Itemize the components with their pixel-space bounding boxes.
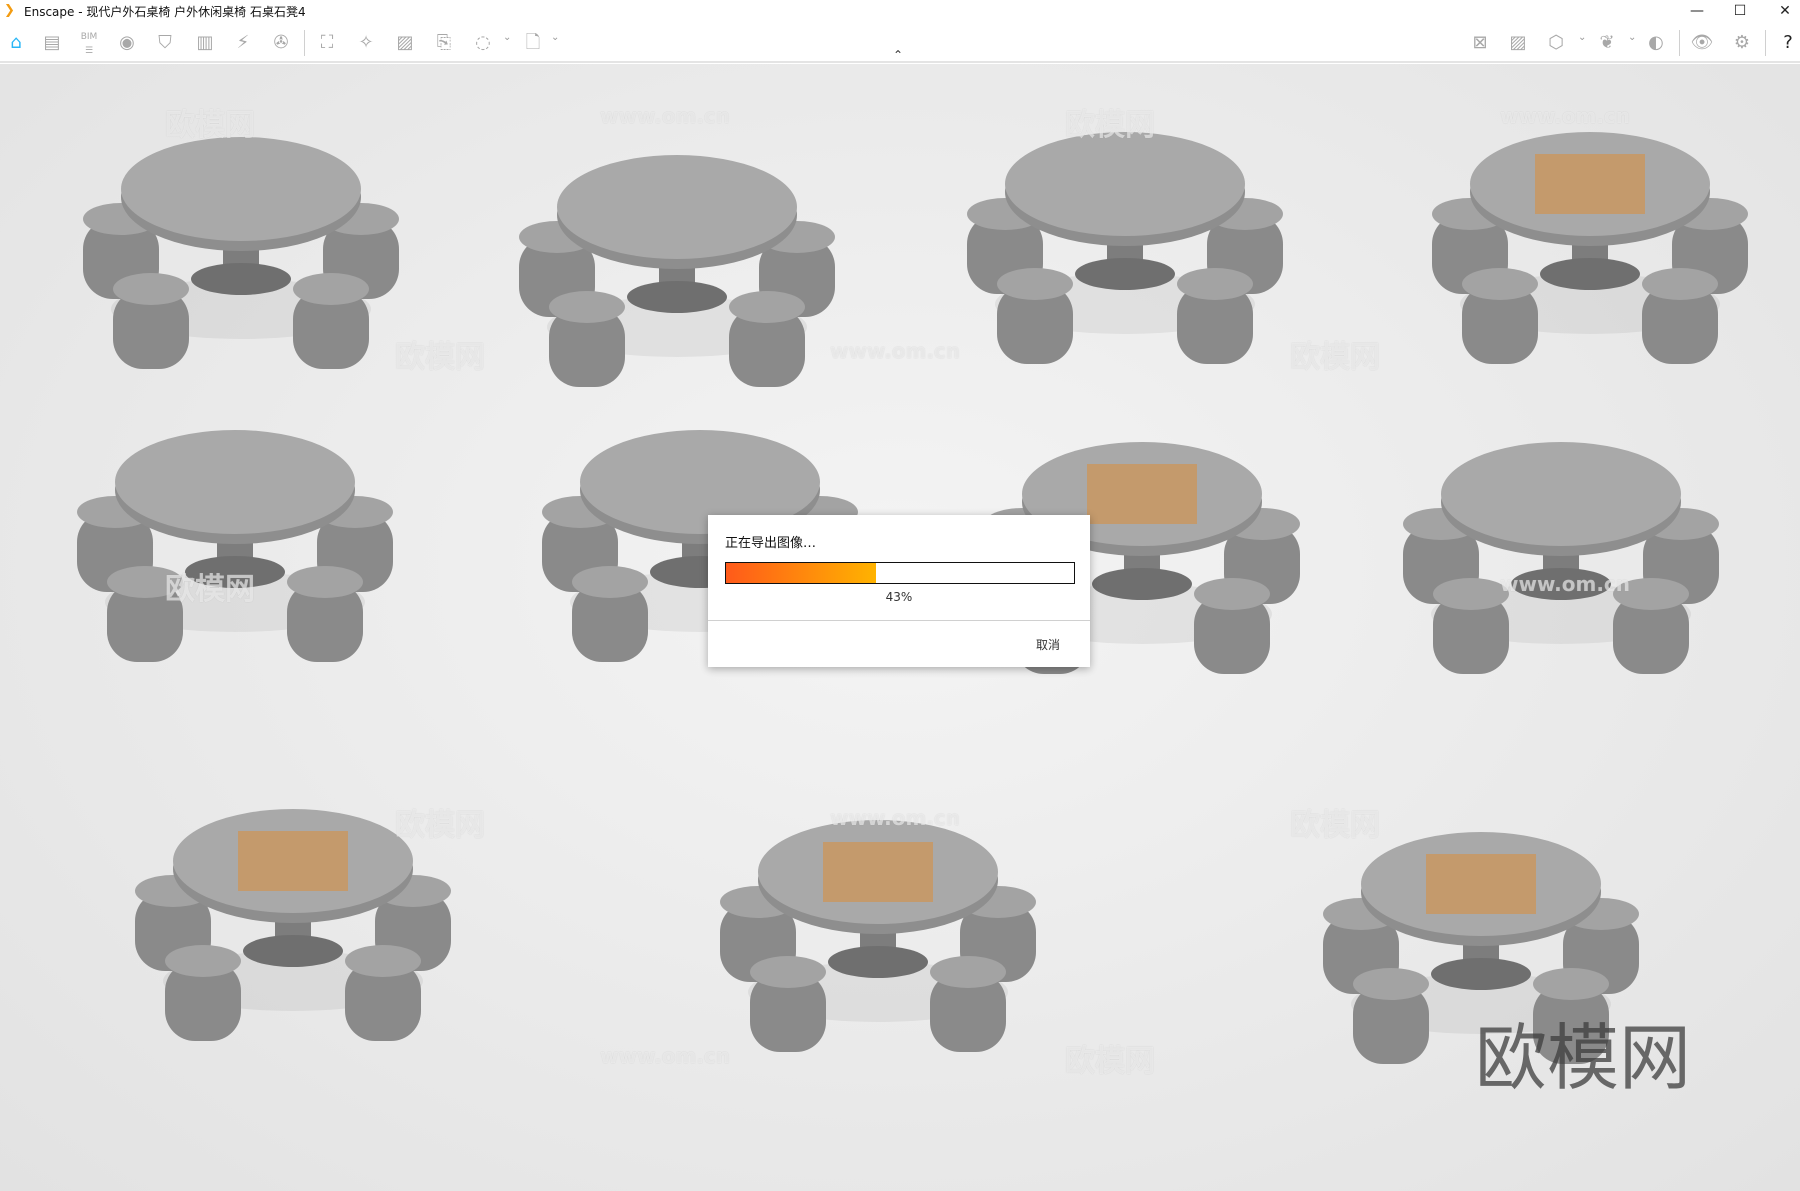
enscape-logo-icon: ❯ [4, 3, 15, 18]
stool-top [572, 566, 648, 598]
game-board [823, 842, 933, 902]
watermark: 欧模网 [395, 808, 485, 843]
stool-top [1533, 968, 1609, 1000]
title-bar: ❯ Enscape - 现代户外石桌椅 户外休闲桌椅 石桌石凳4 — ☐ ✕ [0, 0, 1800, 22]
table-base [1540, 258, 1640, 290]
table-base [1092, 568, 1192, 600]
chevron-down-icon[interactable]: ⌄ [551, 32, 559, 43]
separator [1679, 30, 1680, 56]
watermark: www.om.cn [830, 339, 961, 363]
stool-top [165, 945, 241, 977]
stool-top [997, 268, 1073, 300]
view-icon[interactable]: ◉ [114, 30, 140, 56]
table-top [121, 137, 361, 241]
stool-top [1433, 578, 1509, 610]
cancel-button[interactable]: 取消 [1036, 636, 1060, 653]
image-icon[interactable]: ▨ [392, 30, 418, 56]
table-base [1075, 258, 1175, 290]
table-top [1005, 132, 1245, 236]
divider [708, 620, 1090, 621]
watermark: 欧模网 [1290, 340, 1380, 375]
watermark: www.om.cn [600, 1044, 731, 1068]
watermark: www.om.cn [1500, 572, 1631, 596]
watermark: www.om.cn [1500, 104, 1631, 128]
separator [1765, 30, 1766, 56]
building-icon[interactable]: ▥ [192, 30, 218, 56]
vr-headset-icon[interactable]: ◐ [1643, 30, 1669, 56]
gallery-icon[interactable]: ▨ [1505, 30, 1531, 56]
screenshot-icon[interactable]: ⛶ [314, 30, 340, 56]
close-button[interactable]: ✕ [1763, 0, 1800, 22]
table-base [243, 935, 343, 967]
magic-icon[interactable]: ✧ [353, 30, 379, 56]
stool-top [729, 291, 805, 323]
stool-top [1353, 968, 1429, 1000]
video-icon[interactable]: ✇ [268, 30, 294, 56]
energy-icon[interactable]: ⚡ [230, 30, 256, 56]
progress-percent: 43% [885, 590, 913, 604]
stool-top [750, 956, 826, 988]
minimize-button[interactable]: — [1675, 0, 1719, 22]
table-base [627, 281, 727, 313]
watermark: 欧模网 [1065, 108, 1155, 143]
stool-top [1194, 578, 1270, 610]
watermark: www.om.cn [600, 104, 731, 128]
stool-top [113, 273, 189, 305]
window-title: Enscape - 现代户外石桌椅 户外休闲桌椅 石桌石凳4 [24, 4, 306, 19]
table-top [1441, 442, 1681, 546]
stool-top [345, 945, 421, 977]
wing-icon[interactable]: ❦ [1594, 30, 1620, 56]
watermark: 欧模网 [1290, 808, 1380, 843]
visual-settings-icon[interactable]: 👁 [1689, 30, 1715, 56]
stool-top [549, 291, 625, 323]
stool-top [1642, 268, 1718, 300]
stool-top [293, 273, 369, 305]
progress-fill [726, 563, 876, 583]
help-icon[interactable]: ? [1775, 30, 1800, 56]
export-batch-icon[interactable]: ⎘ [431, 30, 457, 56]
bim-icon[interactable]: BIM ☰ [76, 30, 102, 56]
chevron-down-icon[interactable]: ⌄ [503, 32, 511, 43]
home-icon[interactable]: ⌂ [3, 30, 29, 56]
stool-top [930, 956, 1006, 988]
map-icon[interactable]: ⊠ [1467, 30, 1493, 56]
maximize-button[interactable]: ☐ [1718, 0, 1762, 22]
table-base [828, 946, 928, 978]
notes-icon[interactable]: ▤ [39, 30, 65, 56]
chevron-down-icon[interactable]: ⌄ [1628, 32, 1636, 43]
watermark: 欧模网 [395, 340, 485, 375]
watermark: 欧模网 [165, 572, 255, 607]
table-base [1431, 958, 1531, 990]
progress-bar [725, 562, 1075, 584]
collapse-toolbar-chevron-icon[interactable]: ⌃ [893, 48, 903, 62]
panorama-360-icon[interactable]: ◌ [470, 30, 496, 56]
big-watermark: 欧模网 [1475, 1016, 1692, 1100]
settings-icon[interactable]: ⚙ [1729, 30, 1755, 56]
asset-cube-icon[interactable]: ⬡ [1543, 30, 1569, 56]
watermark: 欧模网 [165, 108, 255, 143]
game-board [1087, 464, 1197, 524]
export-progress-dialog: 正在导出图像… 43% 取消 [708, 515, 1090, 667]
dialog-title: 正在导出图像… [725, 536, 817, 551]
bim-label: BIM [80, 32, 98, 42]
stool-top [1177, 268, 1253, 300]
stool-top [1462, 268, 1538, 300]
separator [304, 30, 305, 56]
site-icon[interactable]: ⛉ [152, 30, 178, 56]
game-board [238, 831, 348, 891]
game-board [1426, 854, 1536, 914]
table-top [115, 430, 355, 534]
export-exe-icon[interactable]: 🗋 [520, 30, 546, 56]
table-base [191, 263, 291, 295]
watermark: www.om.cn [830, 806, 961, 830]
table-top [557, 155, 797, 259]
watermark: 欧模网 [1065, 1044, 1155, 1079]
chevron-down-icon[interactable]: ⌄ [1578, 32, 1586, 43]
stool-top [287, 566, 363, 598]
game-board [1535, 154, 1645, 214]
